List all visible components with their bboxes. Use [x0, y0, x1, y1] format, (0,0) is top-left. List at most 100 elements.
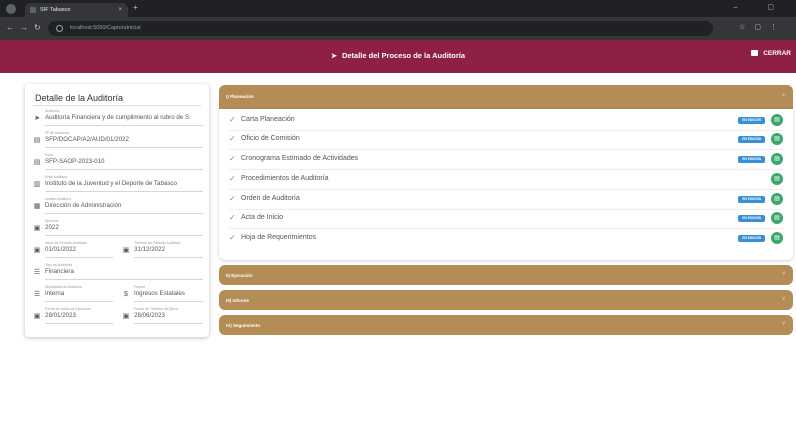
list-item[interactable]: ✓ Cronograma Estimado de Actividades EN …: [229, 153, 783, 167]
browser-toolbar-icons[interactable]: ☆▢⋮: [739, 23, 786, 31]
field-label: Ejercicio: [45, 219, 59, 223]
accordion-title: III) Informe: [226, 298, 250, 303]
field-value: Dirección de Administración: [45, 202, 122, 209]
new-tab-button[interactable]: +: [133, 3, 138, 12]
field-unidad-auditora[interactable]: ▦ Unidad Auditora Dirección de Administr…: [33, 197, 203, 217]
field-label: Unidad Auditora: [45, 197, 71, 201]
browser-tab-title: SIF Tabasco: [40, 7, 71, 13]
accordion-informe-header[interactable]: III) Informe ˅: [219, 290, 793, 310]
building-icon: ▥: [33, 181, 41, 188]
accordion-title: IV) Seguimiento: [226, 323, 261, 328]
field-underline: [134, 323, 203, 324]
field-value: Financiera: [45, 268, 74, 275]
browser-address-bar: ←→↻ localhost:5050/CapturaInicial ☆▢⋮: [0, 17, 796, 40]
field-inicio-ejecucion[interactable]: ▣ Fecha de Inicio de Ejecución 28/01/202…: [33, 307, 113, 327]
divider: [229, 130, 783, 131]
field-label: Fecha de Término de Ejecu.: [134, 307, 180, 311]
list-icon: ☰: [33, 269, 41, 276]
field-value: 28/01/2023: [45, 312, 76, 319]
document-icon[interactable]: ▤: [771, 193, 783, 205]
field-underline: [134, 301, 203, 302]
field-label: Fecha de Inicio de Ejecución: [45, 307, 91, 311]
list-item[interactable]: ✓ Hoja de Requerimientos EN EDICIÓN ▤: [229, 232, 783, 246]
field-label: Nº de Auditoría: [45, 131, 70, 135]
list-item[interactable]: ✓ Acta de Inicio EN EDICIÓN ▤: [229, 212, 783, 226]
field-underline: [45, 169, 203, 170]
field-underline: [45, 235, 203, 236]
chevron-right-icon: ➤: [34, 115, 40, 122]
field-ejercicio[interactable]: ▣ Ejercicio 2022: [33, 219, 203, 239]
url-text: localhost:5050/CapturaInicial: [70, 25, 141, 31]
field-numero-auditoria[interactable]: ▤ Nº de Auditoría SFP/DGCAP/A2/AUD/01/20…: [33, 131, 203, 151]
divider: [229, 209, 783, 210]
document-icon[interactable]: ▤: [771, 232, 783, 244]
field-label: Inicio de Periodo Auditado: [45, 241, 87, 245]
divider: [229, 189, 783, 190]
field-label: Folio: [45, 153, 53, 157]
status-badge: EN EDICIÓN: [738, 235, 765, 242]
chevron-down-icon[interactable]: ˅: [782, 296, 785, 302]
field-underline: [45, 147, 203, 148]
browser-tab[interactable]: SIF Tabasco ×: [25, 3, 128, 17]
field-label: Fuente: [134, 285, 146, 289]
accordion-planeacion-body: ✓ Carta Planeación EN EDICIÓN ▤ ✓ Oficio…: [219, 109, 793, 260]
field-underline: [45, 323, 113, 324]
field-fuente[interactable]: $ Fuente Ingresos Estatales: [122, 285, 203, 305]
window-controls[interactable]: – ▢: [734, 3, 788, 11]
item-text: Cronograma Estimado de Actividades: [241, 155, 359, 162]
calendar-icon: ▣: [122, 313, 130, 320]
document-icon[interactable]: ▤: [771, 212, 783, 224]
tab-close-icon[interactable]: ×: [118, 3, 122, 17]
document-icon[interactable]: ▤: [771, 153, 783, 165]
document-icon[interactable]: ▤: [771, 114, 783, 126]
field-ente-auditado[interactable]: ▥ Ente Auditado Instituto de la Juventud…: [33, 175, 203, 195]
close-doc-icon: [751, 50, 759, 56]
calendar-icon: ▣: [33, 313, 41, 320]
field-value: 31/12/2022: [134, 246, 165, 253]
favicon-icon: [30, 7, 36, 13]
id-card-icon: ▤: [33, 137, 41, 144]
accordion-ejecucion-header[interactable]: II) Ejecución ˅: [219, 265, 793, 285]
calendar-icon: ▣: [122, 247, 130, 254]
url-input[interactable]: localhost:5050/CapturaInicial: [48, 21, 713, 36]
check-icon: ✓: [229, 174, 236, 183]
close-button[interactable]: CERRAR: [751, 50, 791, 57]
status-badge: EN EDICIÓN: [738, 117, 765, 124]
field-modalidad[interactable]: ☰ Modalidad de Auditoría Interna: [33, 285, 113, 305]
field-termino-ejecucion[interactable]: ▣ Fecha de Término de Ejecu. 28/06/2023: [122, 307, 203, 327]
list-item[interactable]: ✓ Carta Planeación EN EDICIÓN ▤: [229, 114, 783, 128]
field-value: Auditoría Financiera y de cumplimiento a…: [45, 114, 190, 121]
field-value: SFP-SAOP-2023-010: [45, 158, 105, 165]
chevron-up-icon[interactable]: ˄: [782, 93, 785, 99]
chevron-down-icon[interactable]: ˅: [782, 321, 785, 327]
document-icon[interactable]: ▤: [771, 173, 783, 185]
status-badge: EN EDICIÓN: [738, 215, 765, 222]
site-info-icon[interactable]: [56, 25, 63, 32]
field-folio[interactable]: ▤ Folio SFP-SAOP-2023-010: [33, 153, 203, 173]
field-auditoria[interactable]: ➤ Auditoría Auditoría Financiera y de cu…: [33, 109, 203, 129]
field-inicio-periodo[interactable]: ▣ Inicio de Periodo Auditado 01/01/2022: [33, 241, 113, 261]
chevron-down-icon[interactable]: ˅: [782, 271, 785, 277]
list-item[interactable]: ✓ Procedimientos de Auditoría ▤: [229, 173, 783, 187]
check-icon: ✓: [229, 194, 236, 203]
list-item[interactable]: ✓ Oficio de Comisión EN EDICIÓN ▤: [229, 133, 783, 147]
check-icon: ✓: [229, 154, 236, 163]
browser-nav-icons[interactable]: ←→↻: [6, 23, 47, 32]
item-text: Acta de Inicio: [241, 214, 284, 221]
card-divider: [33, 105, 201, 106]
field-termino-periodo[interactable]: ▣ Término de Periodo Auditado 31/12/2022: [122, 241, 203, 261]
field-value: 01/01/2022: [45, 246, 76, 253]
field-tipo-auditoria[interactable]: ☰ Tipo de Auditoría Financiera: [33, 263, 203, 283]
item-text: Procedimientos de Auditoría: [241, 175, 329, 182]
field-underline: [45, 125, 203, 126]
check-icon: ✓: [229, 134, 236, 143]
divider: [229, 149, 783, 150]
browser-menu-icon[interactable]: [6, 4, 16, 14]
accordion-planeacion-header[interactable]: I) Planeación ˄: [219, 85, 793, 109]
document-icon[interactable]: ▤: [771, 133, 783, 145]
list-item[interactable]: ✓ Orden de Auditoría EN EDICIÓN ▤: [229, 193, 783, 207]
field-label: Modalidad de Auditoría: [45, 285, 82, 289]
field-label: Ente Auditado: [45, 175, 68, 179]
field-value: 28/06/2023: [134, 312, 165, 319]
accordion-seguimiento-header[interactable]: IV) Seguimiento ˅: [219, 315, 793, 335]
